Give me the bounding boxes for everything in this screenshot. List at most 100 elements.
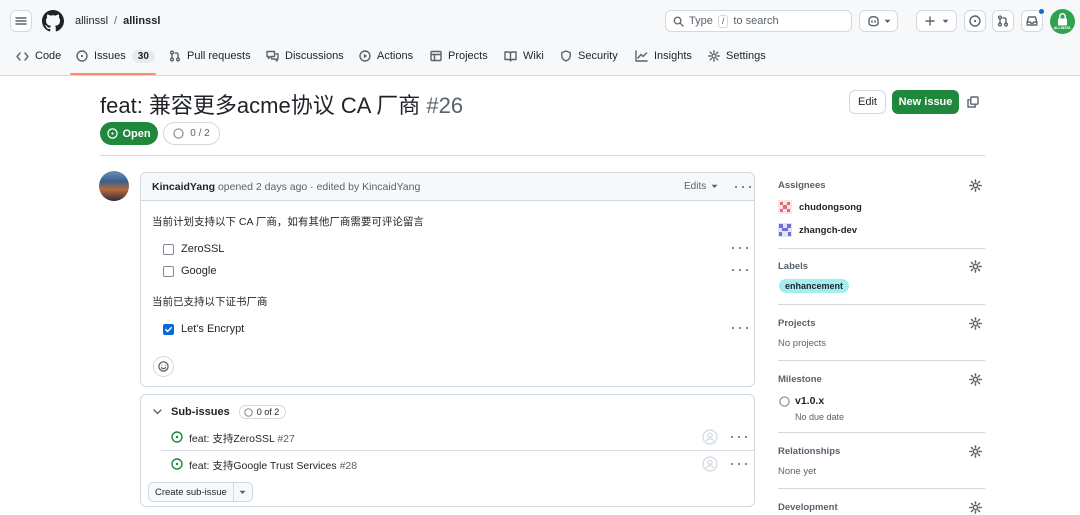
- edit-label: Edit: [858, 96, 877, 108]
- issue-opened-icon: [76, 50, 88, 62]
- your-pull-requests-button[interactable]: [992, 10, 1014, 32]
- label-enhancement[interactable]: enhancement: [779, 279, 850, 293]
- notification-dot: [1038, 8, 1045, 15]
- search-icon: [673, 16, 684, 27]
- milestone-name-link[interactable]: v1.0.x: [795, 395, 824, 407]
- sub-issues-header[interactable]: Sub-issues 0 of 2: [153, 405, 287, 419]
- user-avatar[interactable]: ALLINSSL: [1050, 9, 1075, 34]
- tab-insights[interactable]: Insights: [635, 44, 692, 68]
- assignee-item[interactable]: chudongsong: [778, 200, 862, 214]
- relationships-value: None yet: [778, 466, 817, 477]
- inbox-icon: [1026, 16, 1038, 26]
- chevron-down-icon: [884, 19, 890, 23]
- hamburger-icon: [15, 17, 27, 25]
- assignee-placeholder-icon[interactable]: [702, 429, 718, 445]
- create-sub-issue-dropdown[interactable]: [233, 482, 253, 502]
- sidebar-divider: [778, 432, 985, 433]
- repo-name-link[interactable]: allinssl: [123, 15, 160, 27]
- comment-options-kebab[interactable]: [735, 182, 751, 192]
- menu-button[interactable]: [10, 10, 32, 32]
- tab-label: Insights: [654, 50, 692, 62]
- tab-projects[interactable]: Projects: [430, 44, 488, 68]
- assignees-gear-icon[interactable]: [969, 179, 982, 192]
- task-options-kebab[interactable]: [732, 243, 748, 253]
- search-input[interactable]: Type / to search: [665, 10, 852, 32]
- chevron-down-icon: [153, 409, 162, 415]
- sub-issue-options-kebab[interactable]: [731, 459, 747, 469]
- issue-body-comment: KincaidYang opened 2 days ago · edited b…: [140, 172, 755, 387]
- create-sub-issue-button[interactable]: Create sub-issue: [148, 482, 234, 502]
- gear-icon: [708, 50, 720, 62]
- task-item[interactable]: Let's Encrypt: [163, 323, 244, 335]
- relationships-gear-icon[interactable]: [969, 445, 982, 458]
- task-options-kebab[interactable]: [732, 323, 748, 333]
- global-header: allinssl / allinssl Type / to search ALL…: [0, 0, 1080, 76]
- comment-header: KincaidYang opened 2 days ago · edited b…: [141, 173, 754, 201]
- task-checkbox[interactable]: [163, 243, 174, 255]
- comment-done-intro-text: 当前已支持以下证书厂商: [152, 296, 268, 308]
- create-sub-issue-label: Create sub-issue: [155, 486, 227, 498]
- relationships-heading: Relationships: [778, 446, 841, 457]
- labels-gear-icon[interactable]: [969, 260, 982, 273]
- create-new-button[interactable]: [916, 10, 957, 32]
- play-icon: [359, 50, 371, 62]
- copy-link-icon[interactable]: [967, 96, 979, 108]
- tab-settings[interactable]: Settings: [708, 44, 766, 68]
- avatar-label: ALLINSSL: [1053, 26, 1072, 30]
- tab-code[interactable]: Code: [16, 44, 61, 68]
- tab-pull-requests[interactable]: Pull requests: [169, 44, 251, 68]
- issues-count-badge: 30: [131, 49, 155, 63]
- task-item[interactable]: ZeroSSL: [163, 243, 224, 255]
- development-gear-icon[interactable]: [969, 501, 982, 514]
- add-reaction-button[interactable]: [153, 356, 174, 377]
- task-checkbox[interactable]: [163, 265, 174, 277]
- title-divider: [100, 155, 985, 156]
- assignee-placeholder-icon[interactable]: [702, 456, 718, 472]
- issue-opened-icon: [171, 458, 183, 470]
- edit-title-button[interactable]: Edit: [849, 90, 886, 114]
- new-issue-button[interactable]: New issue: [892, 90, 959, 114]
- sub-issue-row[interactable]: feat: 支持Google Trust Services #28: [141, 451, 754, 477]
- task-checkbox-checked[interactable]: [163, 323, 174, 335]
- sub-issues-title: Sub-issues: [171, 406, 230, 418]
- table-icon: [430, 50, 442, 62]
- author-avatar[interactable]: [99, 171, 129, 201]
- sidebar-divider: [778, 360, 985, 361]
- sub-issues-panel: Sub-issues 0 of 2 feat: 支持ZeroSSL #27 fe…: [140, 394, 755, 507]
- new-issue-label: New issue: [898, 96, 953, 108]
- github-logo-icon[interactable]: [42, 10, 64, 32]
- shield-icon: [561, 50, 571, 62]
- tab-label: Code: [35, 50, 62, 62]
- sub-issue-options-kebab[interactable]: [731, 432, 747, 442]
- graph-icon: [635, 50, 648, 62]
- assignees-heading: Assignees: [778, 180, 826, 191]
- chevron-down-icon: [942, 19, 948, 23]
- sub-issue-title[interactable]: feat: 支持Google Trust Services: [189, 460, 337, 472]
- sub-issues-count-badge: 0 of 2: [238, 405, 287, 419]
- label-name: enhancement: [785, 281, 844, 291]
- repo-owner-link[interactable]: allinssl: [75, 15, 108, 27]
- assignee-item[interactable]: zhangch-dev: [778, 223, 857, 237]
- your-issues-button[interactable]: [964, 10, 986, 32]
- issue-opened-icon: [107, 128, 119, 139]
- sub-issue-row[interactable]: feat: 支持ZeroSSL #27: [141, 424, 754, 450]
- pull-request-icon: [169, 50, 181, 62]
- tab-discussions[interactable]: Discussions: [266, 44, 344, 68]
- copilot-button[interactable]: [859, 10, 898, 32]
- projects-gear-icon[interactable]: [969, 317, 982, 330]
- tab-wiki[interactable]: Wiki: [504, 44, 544, 68]
- tab-security[interactable]: Security: [560, 44, 618, 68]
- task-label: Google: [181, 265, 217, 277]
- issue-state-badge: Open: [100, 122, 158, 145]
- tab-actions[interactable]: Actions: [359, 44, 413, 68]
- task-item[interactable]: Google: [163, 265, 216, 277]
- task-options-kebab[interactable]: [732, 265, 748, 275]
- tab-issues[interactable]: Issues 30: [76, 44, 155, 68]
- comment-author-link[interactable]: KincaidYang: [152, 181, 215, 193]
- sub-issue-title[interactable]: feat: 支持ZeroSSL: [189, 433, 274, 445]
- edits-dropdown[interactable]: Edits: [684, 181, 718, 192]
- milestone-gear-icon[interactable]: [969, 373, 982, 386]
- smiley-icon: [158, 361, 169, 372]
- subissue-progress-badge[interactable]: 0 / 2: [163, 122, 220, 145]
- active-tab-indicator: [70, 73, 156, 75]
